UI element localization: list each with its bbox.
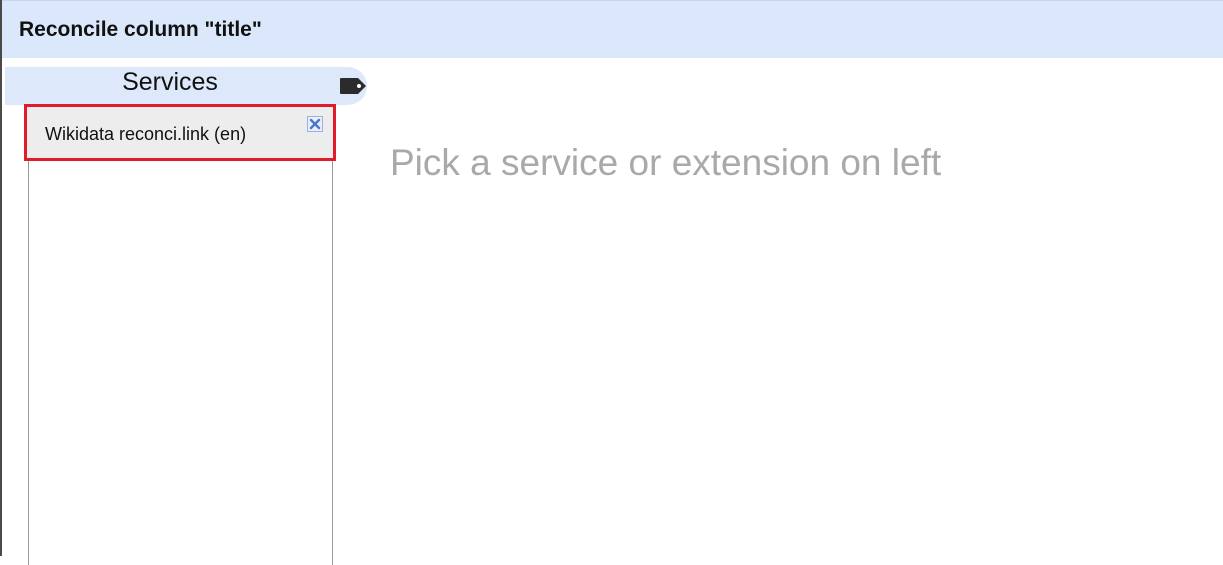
reconcile-dialog: Reconcile column "title" Services Wikida… xyxy=(0,0,1223,565)
close-icon[interactable] xyxy=(307,116,323,132)
service-item-wikidata[interactable]: Wikidata reconci.link (en) xyxy=(24,104,336,161)
tag-icon xyxy=(340,78,366,94)
services-tab: Services xyxy=(5,67,367,105)
service-list xyxy=(28,105,333,565)
main-placeholder: Pick a service or extension on left xyxy=(390,142,942,183)
services-label: Services xyxy=(122,68,218,96)
service-item-label: Wikidata reconci.link (en) xyxy=(45,124,247,144)
dialog-header: Reconcile column "title" xyxy=(2,0,1223,58)
dialog-title: Reconcile column "title" xyxy=(19,18,262,41)
